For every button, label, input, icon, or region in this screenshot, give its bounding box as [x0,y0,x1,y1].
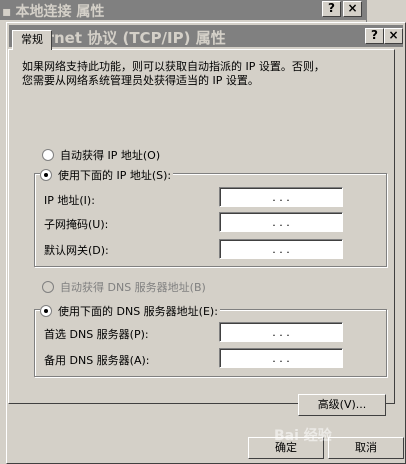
tab-general[interactable]: 常规 [12,30,52,50]
preferred-dns-label: 首选 DNS 服务器(P): [44,328,149,341]
manual-ip-radio[interactable] [40,169,52,181]
background-close-button[interactable]: × [343,1,362,17]
manual-ip-radio-option[interactable]: 使用下面的 IP 地址(S): [40,167,174,183]
auto-ip-radio-option[interactable]: 自动获得 IP 地址(O) [42,147,160,163]
default-gateway-value: . . . [272,242,290,256]
watermark: Bai 经验 [274,428,332,444]
default-gateway-input[interactable]: . . . [219,239,343,259]
alternate-dns-input[interactable]: . . . [219,348,343,368]
manual-ip-label: 使用下面的 IP 地址(S): [58,169,172,182]
preferred-dns-input[interactable]: . . . [219,322,343,342]
alternate-dns-value: . . . [272,351,290,365]
manual-dns-radio[interactable] [40,305,52,317]
auto-dns-radio[interactable] [42,281,54,293]
background-help-button[interactable]: ? [322,1,341,17]
preferred-dns-value: . . . [272,325,290,339]
auto-ip-label: 自动获得 IP 地址(O) [60,149,161,162]
subnet-mask-label: 子网掩码(U): [44,218,109,231]
description-text: 如果网络支持此功能，则可以获取自动指派的 IP 设置。否则， 您需要从网络系统管… [22,60,382,88]
ip-address-input[interactable]: . . . [219,187,343,207]
description-line-2: 您需要从网络系统管理员处获得适当的 IP 设置。 [22,74,259,87]
dialog-help-button[interactable]: ? [365,28,384,44]
alternate-dns-label: 备用 DNS 服务器(A): [44,354,150,367]
advanced-button[interactable]: 高级(V)... [298,394,386,416]
dialog-close-button[interactable]: × [384,28,403,44]
auto-dns-radio-option[interactable]: 自动获得 DNS 服务器地址(B) [42,279,206,295]
auto-ip-radio[interactable] [42,149,54,161]
manual-dns-label: 使用下面的 DNS 服务器地址(E): [58,305,218,318]
subnet-mask-input[interactable]: . . . [219,212,343,232]
cancel-button[interactable]: 取消 [328,437,404,459]
auto-dns-label: 自动获得 DNS 服务器地址(B) [60,281,206,294]
background-window-title: ▪ 本地连接 属性 [2,4,105,20]
manual-dns-radio-option[interactable]: 使用下面的 DNS 服务器地址(E): [40,303,220,319]
ip-address-label: IP 地址(I): [44,194,95,207]
description-line-1: 如果网络支持此功能，则可以获取自动指派的 IP 设置。否则， [22,60,325,73]
default-gateway-label: 默认网关(D): [44,244,109,257]
ip-address-value: . . . [272,190,290,204]
dialog-titlebar[interactable]: Internet 协议 (TCP/IP) 属性 [9,25,403,47]
subnet-mask-value: . . . [272,215,290,229]
